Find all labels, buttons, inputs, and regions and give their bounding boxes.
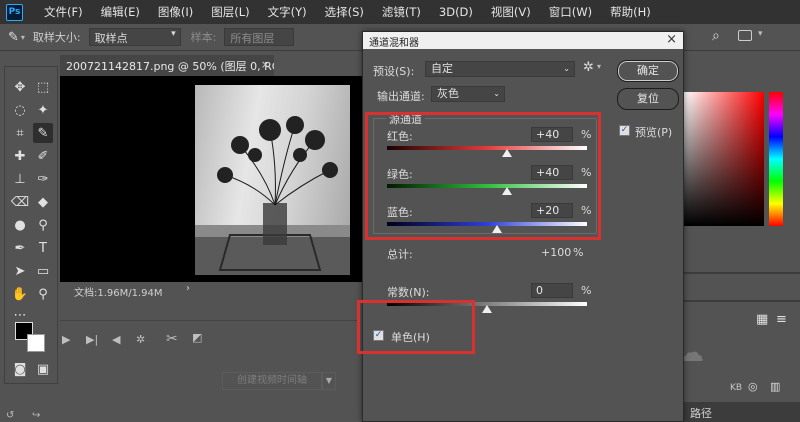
constant-slider-thumb[interactable] (482, 305, 492, 313)
menu-view[interactable]: 视图(V) (482, 4, 540, 20)
blur-tool-icon[interactable]: ● (10, 215, 30, 235)
document-image (195, 85, 350, 275)
quick-mask-icon[interactable]: ◙ (10, 359, 30, 379)
lasso-tool-icon[interactable]: ◌ (10, 100, 30, 120)
transition-icon[interactable]: ◩ (192, 331, 202, 344)
menu-layer[interactable]: 图层(L) (202, 4, 258, 20)
output-channel-label: 输出通道: (377, 90, 425, 103)
clone-stamp-tool-icon[interactable]: ⊥ (10, 169, 30, 189)
total-unit: % (573, 246, 584, 259)
convert-icon[interactable]: ↺ (6, 410, 14, 421)
quick-select-tool-icon[interactable]: ✦ (33, 100, 53, 120)
paint-bucket-tool-icon[interactable]: ◆ (33, 192, 53, 212)
preview-label: 预览(P) (635, 126, 673, 139)
tab-paths[interactable]: 路径 (680, 402, 722, 422)
dialog-title-bar[interactable]: 通道混和器 × (363, 32, 683, 49)
chevron-down-icon: ⌄ (563, 64, 570, 73)
play-icon[interactable]: ▶ (62, 333, 70, 346)
menu-type[interactable]: 文字(Y) (259, 4, 316, 20)
cloud-sync-icon[interactable]: ◎ (748, 380, 758, 393)
menu-3d[interactable]: 3D(D) (430, 5, 482, 19)
list-view-icon[interactable]: ≡ (776, 312, 787, 327)
sample-label: 样本: (190, 31, 217, 44)
document-title: 200721142817.png @ 50% (图层 0, RGB/8) (66, 60, 274, 73)
gear-icon[interactable]: ✲ (583, 60, 594, 75)
eyedropper-icon[interactable]: ✎ (8, 30, 19, 45)
grid-view-icon[interactable]: ▦ (756, 312, 768, 327)
menu-image[interactable]: 图像(I) (149, 4, 202, 20)
total-value: +100 (541, 246, 572, 259)
chevron-down-icon: ▾ (171, 29, 176, 39)
close-icon[interactable]: × (666, 32, 677, 47)
brush-tool-icon[interactable]: ✐ (33, 146, 53, 166)
move-tool-icon[interactable]: ✥ (10, 77, 30, 97)
search-icon[interactable]: ⌕ (712, 28, 720, 44)
document-status-bar: 文档:1.96M/1.94M › (60, 282, 362, 299)
chevron-down-icon[interactable]: ▾ (758, 29, 763, 39)
menu-edit[interactable]: 编辑(E) (92, 4, 149, 20)
scissors-icon[interactable]: ✂ (166, 331, 178, 347)
timeline-panel: ▶ ▶| ◀ ✲ ✂ ◩ (60, 320, 360, 360)
path-select-tool-icon[interactable]: ➤ (10, 261, 30, 281)
ok-button[interactable]: 确定 (617, 60, 679, 82)
flower-vase-image (195, 116, 350, 275)
healing-brush-tool-icon[interactable]: ✚ (10, 146, 30, 166)
chevron-down-icon[interactable]: ▾ (597, 62, 601, 71)
hue-slider[interactable] (769, 92, 783, 226)
photoshop-logo-icon: Ps (6, 3, 23, 21)
marquee-tool-icon[interactable]: ⬚ (33, 77, 53, 97)
background-color-swatch[interactable] (27, 334, 45, 352)
menu-window[interactable]: 窗口(W) (540, 4, 601, 20)
sample-select[interactable]: 所有图层 (224, 28, 295, 46)
output-channel-select[interactable]: 灰色 ⌄ (431, 86, 505, 102)
close-icon[interactable]: × (261, 58, 270, 71)
pen-tool-icon[interactable]: ✒ (10, 238, 30, 258)
chevron-right-icon[interactable]: › (186, 283, 190, 294)
eraser-tool-icon[interactable]: ⌫ (10, 192, 30, 212)
menu-help[interactable]: 帮助(H) (601, 4, 660, 20)
chevron-down-icon[interactable]: ▼ (322, 372, 336, 390)
tools-panel: ✥ ⬚ ◌ ✦ ⌗ ✎ ✚ ✐ ⊥ ✑ ⌫ ◆ ● ⚲ ✒ T ➤ ▭ ✋ ⚲ … (4, 66, 58, 384)
library-size-label: KB (730, 383, 743, 393)
sample-size-select[interactable]: 取样点 ▾ (88, 28, 181, 46)
menu-bar: Ps 文件(F) 编辑(E) 图像(I) 图层(L) 文字(Y) 选择(S) 滤… (0, 0, 800, 24)
reset-button[interactable]: 复位 (617, 88, 679, 110)
color-picker-field[interactable] (684, 92, 764, 226)
sample-size-label: 取样大小: (32, 31, 81, 44)
screen-mode-icon[interactable]: ▣ (33, 359, 53, 379)
crop-tool-icon[interactable]: ⌗ (10, 123, 30, 143)
document-tab[interactable]: 200721142817.png @ 50% (图层 0, RGB/8) × (60, 55, 274, 76)
total-label: 总计: (387, 248, 413, 261)
settings-gear-icon[interactable]: ✲ (136, 333, 145, 346)
eyedropper-tool-icon[interactable]: ✎ (33, 123, 53, 143)
highlight-monochrome (357, 300, 475, 354)
chevron-down-icon: ⌄ (493, 89, 500, 98)
rectangle-tool-icon[interactable]: ▭ (33, 261, 53, 281)
hand-tool-icon[interactable]: ✋ (10, 284, 30, 304)
workspace-icon[interactable] (738, 30, 752, 41)
dialog-title: 通道混和器 (369, 38, 419, 49)
dodge-tool-icon[interactable]: ⚲ (33, 215, 53, 235)
constant-input[interactable]: 0 (531, 283, 573, 298)
audio-icon[interactable]: ◀ (112, 333, 120, 346)
menu-filter[interactable]: 滤镜(T) (373, 4, 430, 20)
create-video-timeline-button[interactable]: 创建视频时间轴 (222, 372, 322, 390)
channel-mixer-dialog: 通道混和器 × 预设(S): 自定 ⌄ ✲ ▾ 输出通道: 灰色 ⌄ 确定 复位 ✓… (357, 31, 684, 422)
preset-label: 预设(S): (373, 65, 415, 78)
constant-unit: % (581, 284, 592, 297)
delete-icon[interactable]: ▥ (770, 380, 780, 393)
history-brush-tool-icon[interactable]: ✑ (33, 169, 53, 189)
preview-checkbox[interactable]: ✓ (619, 125, 630, 136)
next-frame-icon[interactable]: ▶| (86, 333, 98, 346)
type-tool-icon[interactable]: T (33, 238, 53, 258)
document-size-text: 文档:1.96M/1.94M (74, 288, 163, 299)
share-icon[interactable]: ↪ (32, 410, 40, 421)
menu-file[interactable]: 文件(F) (35, 4, 92, 20)
chevron-down-icon[interactable]: ▾ (21, 33, 25, 42)
constant-label: 常数(N): (387, 286, 430, 299)
highlight-source-channels (365, 112, 601, 240)
menu-select[interactable]: 选择(S) (316, 4, 373, 20)
zoom-tool-icon[interactable]: ⚲ (33, 284, 53, 304)
preset-select[interactable]: 自定 ⌄ (425, 61, 575, 77)
